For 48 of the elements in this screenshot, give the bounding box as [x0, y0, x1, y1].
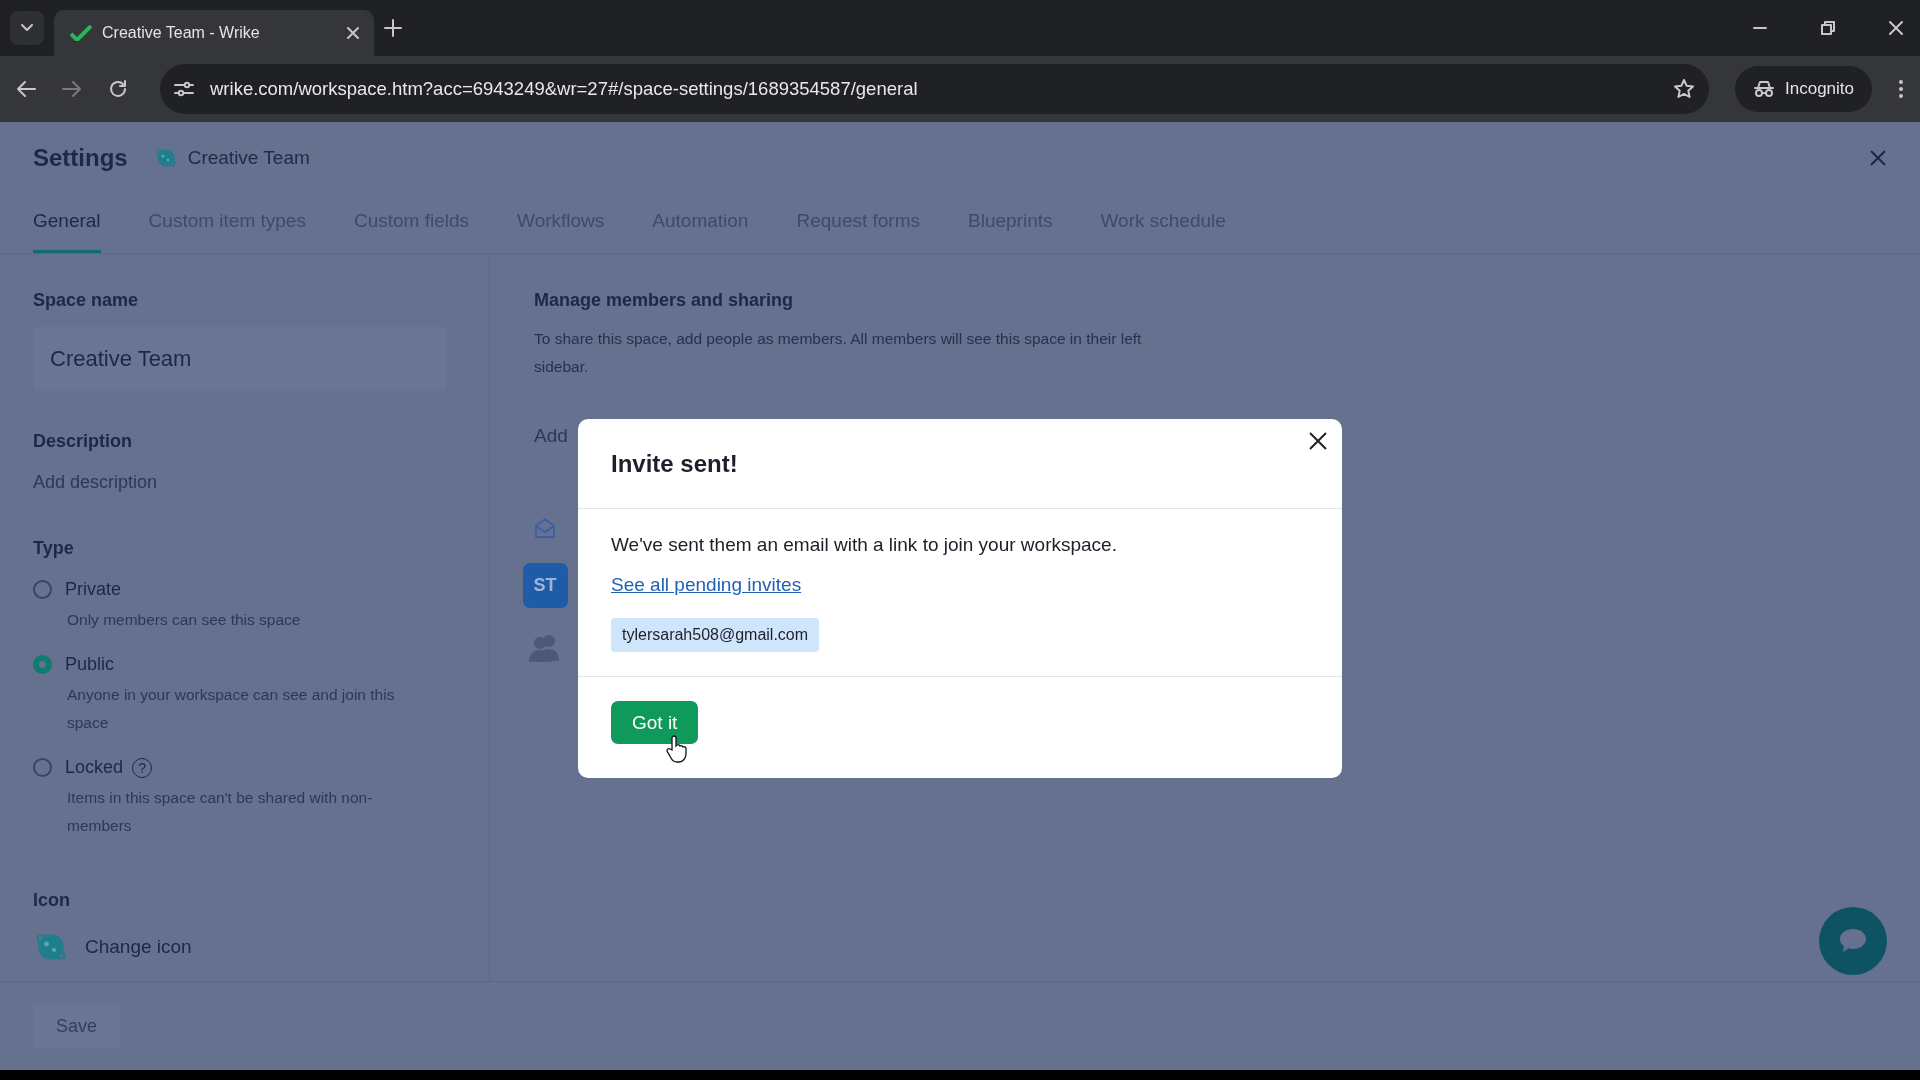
caret-icon — [20, 23, 34, 33]
incognito-icon — [1753, 80, 1775, 98]
field-label: Space name — [33, 290, 140, 311]
tab-list-button[interactable] — [10, 11, 44, 45]
address-bar[interactable]: wrike.com/workspace.htm?acc=6943249&wr=27#/space-settings/1689354587/general — [160, 64, 1709, 114]
option-label: Private — [65, 579, 122, 600]
hand-cursor-icon — [666, 735, 688, 763]
check-logo-icon — [70, 25, 92, 41]
option-label: Locked — [65, 757, 124, 778]
star-icon[interactable] — [1673, 78, 1695, 100]
more-menu-icon[interactable] — [1898, 79, 1904, 99]
site-settings-icon[interactable] — [174, 80, 194, 98]
field-label: Type — [33, 538, 75, 559]
forward-icon[interactable] — [62, 80, 82, 98]
field-label: Icon — [33, 890, 71, 911]
close-icon[interactable] — [1308, 431, 1328, 451]
space-name-field[interactable]: Creative Team — [33, 327, 447, 391]
description-field[interactable]: Add description — [33, 472, 489, 493]
option-description: Items in this space can't be shared with non-members — [67, 788, 374, 836]
option-description: Only members can see this space — [67, 610, 302, 630]
back-icon[interactable] — [16, 80, 36, 98]
reload-icon[interactable] — [108, 79, 128, 99]
radio-button[interactable] — [33, 758, 52, 777]
new-tab-icon[interactable] — [384, 19, 402, 37]
restore-icon[interactable] — [1820, 20, 1836, 36]
people-icon — [528, 632, 562, 662]
member-avatar: ST — [522, 563, 568, 608]
space-title: Creative Team — [187, 146, 310, 169]
settings-tab[interactable]: General — [33, 189, 101, 253]
browser-tab[interactable]: Creative Team - Wrike — [54, 10, 374, 56]
section-description: To share this space, add people as members. All members will see this space in their left sidebar. — [534, 329, 1143, 377]
radio-button[interactable] — [33, 655, 52, 674]
dialog-message: We've sent them an email with a link to join your workspace. — [611, 534, 1118, 556]
radio-button[interactable] — [33, 580, 52, 599]
pending-invites-link[interactable]: See all pending invites — [611, 574, 802, 596]
incognito-button[interactable]: Incognito — [1735, 66, 1872, 112]
option-label: Public — [65, 654, 115, 675]
envelope-icon — [534, 517, 556, 539]
email-chip: tylersarah508@gmail.com — [611, 618, 820, 652]
page-title: Settings — [33, 143, 128, 172]
section-heading: Manage members and sharing — [534, 290, 795, 311]
field-label: Description — [33, 431, 134, 452]
dialog-title: Invite sent! — [611, 449, 738, 478]
change-icon-link[interactable]: Change icon — [85, 936, 192, 958]
tab-title: Creative Team - Wrike — [102, 24, 261, 42]
got-it-button[interactable]: Got it — [611, 701, 699, 744]
option-description: Anyone in your workspace can see and join this space — [67, 685, 396, 733]
url-text: wrike.com/workspace.htm?acc=6943249&wr=27#/space-settings/1689354587/general — [210, 78, 919, 100]
